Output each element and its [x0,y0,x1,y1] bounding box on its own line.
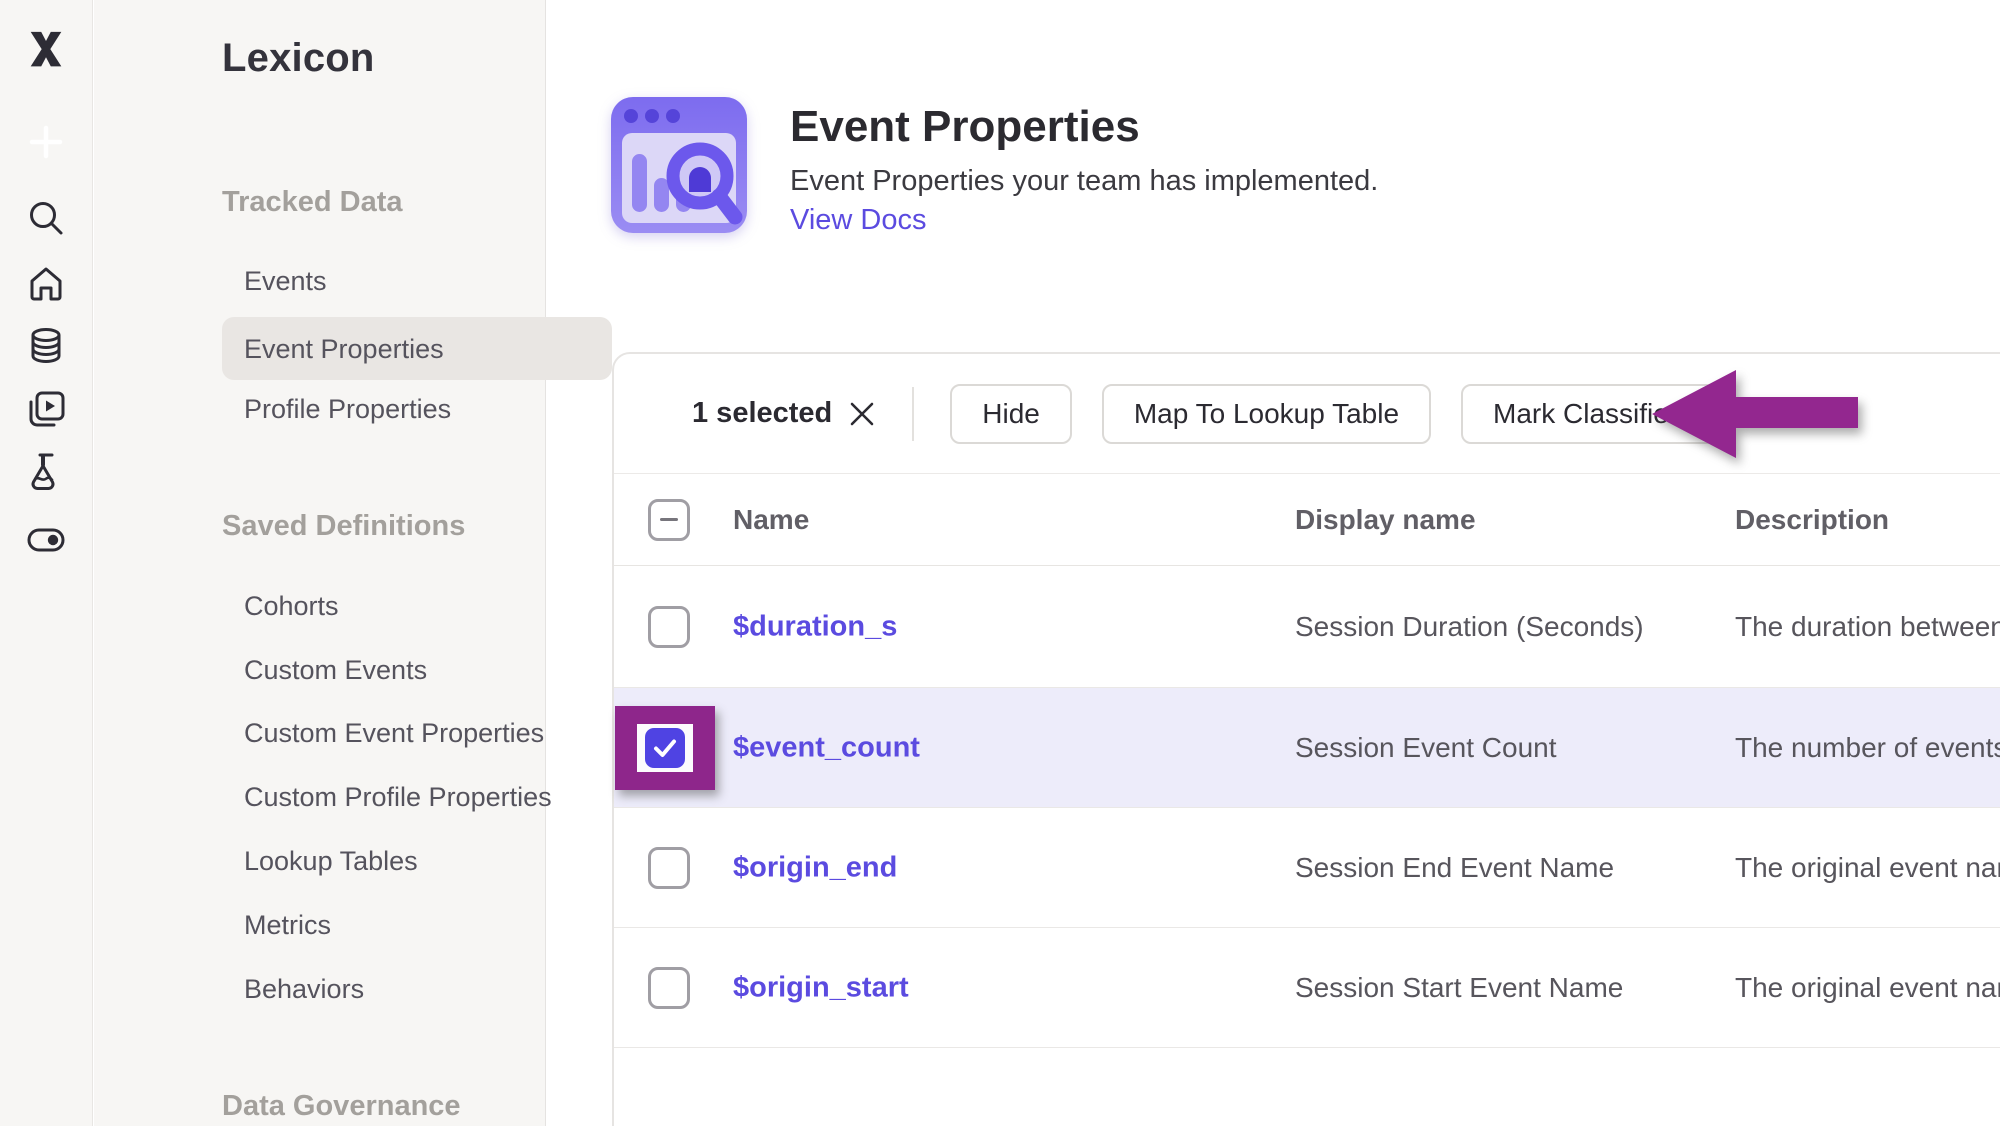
sidebar-item-profile-properties[interactable]: Profile Properties [244,389,451,429]
home-nav-button[interactable] [24,262,68,306]
plus-icon [27,123,65,161]
column-header-description[interactable]: Description [1735,504,2000,536]
create-button[interactable] [14,110,78,174]
data-nav-button-active[interactable] [14,314,78,378]
section-tracked-data: Tracked Data [222,186,403,219]
property-display-name: Session Duration (Seconds) [1295,611,1644,643]
sidebar-item-events[interactable]: Events [244,261,327,301]
property-description: The original event nam [1735,972,2000,1004]
flask-icon [25,451,67,493]
mixpanel-logo-glyph [23,28,69,74]
table-header-row: Name Display name Description [614,474,2000,566]
map-to-lookup-table-button[interactable]: Map To Lookup Table [1102,384,1431,444]
boards-nav-button[interactable] [24,388,68,432]
property-name-link[interactable]: $duration_s [733,610,897,643]
sidebar-title: Lexicon [222,36,375,81]
property-display-name: Session Event Count [1295,732,1557,764]
property-display-name: Session Start Event Name [1295,972,1623,1004]
lexicon-sidebar: Lexicon Tracked Data Events Event Proper… [94,0,546,1126]
table-row: $origin_end Session End Event Name The o… [614,808,2000,928]
property-name-link[interactable]: $origin_end [733,851,897,884]
mixpanel-logo-icon[interactable] [21,26,71,76]
hide-button[interactable]: Hide [950,384,1072,444]
feature-flags-nav-button[interactable] [24,518,68,562]
row-checkbox[interactable] [648,967,690,1009]
sidebar-item-cohorts[interactable]: Cohorts [244,586,339,626]
property-name-link[interactable]: $event_count [733,731,920,764]
select-all-checkbox-indeterminate[interactable] [648,499,690,541]
property-description: The number of events [1735,732,2000,764]
section-saved-definitions: Saved Definitions [222,510,465,543]
toolbar-divider [912,387,914,441]
page-subtitle: Event Properties your team has implement… [790,165,1378,198]
property-name-link[interactable]: $origin_start [733,971,909,1004]
search-nav-button[interactable] [24,196,68,240]
close-icon [848,400,876,428]
sidebar-item-event-properties[interactable]: Event Properties [244,329,444,369]
database-icon [25,325,67,367]
sidebar-item-custom-events[interactable]: Custom Events [244,650,427,690]
sidebar-item-metrics[interactable]: Metrics [244,905,331,945]
home-icon [26,264,66,304]
annotation-highlight-box [615,706,715,790]
sidebar-item-custom-event-properties[interactable]: Custom Event Properties [244,713,544,753]
boards-icon [25,389,67,431]
search-icon [26,198,66,238]
toggle-icon [25,519,67,561]
section-data-governance: Data Governance [222,1090,461,1123]
clear-selection-button[interactable] [848,400,876,428]
event-properties-card: 1 selected Hide Map To Lookup Table Mark… [612,352,2000,1126]
page-heading: Event Properties [790,102,1140,152]
nav-rail [0,0,93,1126]
sidebar-item-behaviors[interactable]: Behaviors [244,969,364,1009]
column-header-name[interactable]: Name [733,504,809,536]
row-checkbox[interactable] [648,847,690,889]
property-description: The duration between [1735,611,2000,643]
sidebar-item-custom-profile-properties[interactable]: Custom Profile Properties [244,777,552,817]
event-properties-illustration-icon [608,92,750,238]
property-display-name: Session End Event Name [1295,852,1614,884]
view-docs-link[interactable]: View Docs [790,204,926,237]
experiments-nav-button[interactable] [24,450,68,494]
row-checkbox-checked[interactable] [645,728,685,768]
selection-count: 1 selected [692,397,832,430]
table-row: $origin_start Session Start Event Name T… [614,928,2000,1048]
table-row: $duration_s Session Duration (Seconds) T… [614,566,2000,688]
lexicon-page: Lexicon Tracked Data Events Event Proper… [0,0,2000,1126]
column-header-display-name[interactable]: Display name [1295,504,1476,536]
indeterminate-dash-icon [660,518,678,521]
annotation-arrow-icon [1650,366,1862,466]
property-description: The original event nam [1735,852,2000,884]
checkmark-icon [652,735,678,761]
row-checkbox[interactable] [648,606,690,648]
table-row-selected: $event_count Session Event Count The num… [614,688,2000,808]
sidebar-item-lookup-tables[interactable]: Lookup Tables [244,841,418,881]
